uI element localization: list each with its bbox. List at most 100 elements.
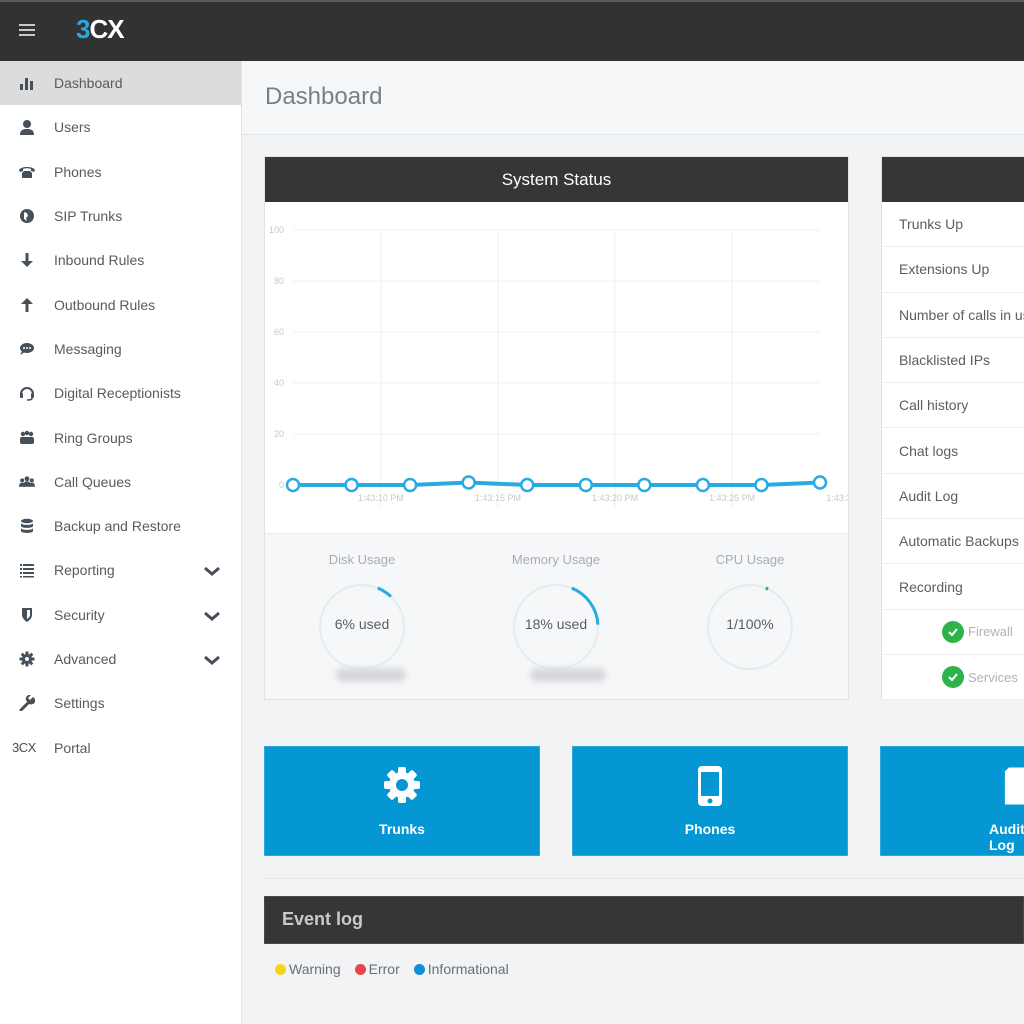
bar-chart-icon	[17, 74, 37, 92]
redacted-text	[530, 668, 606, 682]
x-tick-label: 1:43:15 PM	[475, 493, 521, 503]
sidebar-item-settings[interactable]: Settings	[0, 681, 241, 725]
status-row-blacklisted-ips[interactable]: Blacklisted IPs	[882, 338, 1024, 384]
gauge-fill-arc	[765, 586, 769, 591]
gauge-title: CPU Usage	[715, 552, 785, 567]
status-list-panel: Trunks Up Extensions Up Number of calls …	[881, 156, 1024, 701]
y-tick-label: 40	[274, 378, 284, 388]
tile-label: Audit Log	[989, 821, 1024, 853]
headset-icon	[17, 384, 37, 402]
sidebar-item-label: Advanced	[54, 651, 117, 667]
x-tick-label: 1:43:30 PM	[826, 493, 848, 503]
trunks-tile[interactable]: Trunks	[264, 746, 540, 856]
sidebar-item-advanced[interactable]: Advanced	[0, 637, 241, 681]
phone-icon	[17, 163, 37, 181]
status-row-calls-in-use[interactable]: Number of calls in use	[882, 293, 1024, 338]
sidebar-item-label: Call Queues	[54, 473, 132, 490]
sidebar-item-reporting[interactable]: Reporting	[0, 548, 241, 592]
sidebar-item-label: SIP Trunks	[54, 208, 123, 225]
sidebar-item-security[interactable]: Security	[0, 593, 241, 637]
database-icon	[17, 517, 37, 535]
x-tick-label: 1:43:20 PM	[592, 493, 638, 503]
sidebar-item-label: Phones	[54, 163, 102, 180]
sidebar-item-messaging[interactable]: Messaging	[0, 327, 241, 371]
status-row-audit-log[interactable]: Audit Log	[882, 474, 1024, 520]
top-bar: 3CX	[0, 0, 1024, 61]
memory-usage-gauge: Memory Usage 18% used	[466, 534, 646, 700]
series-line	[293, 480, 821, 487]
event-log-legend: Warning Error Informational	[275, 961, 523, 977]
event-log-header: Event log	[264, 896, 1024, 944]
gauge-title: Disk Usage	[328, 552, 396, 567]
legend-label: Informational	[427, 961, 509, 977]
shield-icon	[17, 606, 37, 624]
checkmark-icon	[942, 620, 964, 643]
checkmark-icon	[942, 666, 964, 689]
arrow-up-icon	[17, 296, 37, 314]
sidebar-item-outbound-rules[interactable]: Outbound Rules	[0, 282, 241, 326]
chat-bubble-icon	[17, 340, 37, 358]
y-tick-label: 80	[274, 276, 284, 286]
status-row-recording[interactable]: Recording	[882, 564, 1024, 610]
chevron-down-icon[interactable]	[204, 653, 220, 665]
y-tick-label: 20	[274, 429, 284, 439]
sidebar-item-backup-and-restore[interactable]: Backup and Restore	[0, 504, 241, 548]
status-row-trunks-up[interactable]: Trunks Up	[882, 202, 1024, 248]
legend-warning[interactable]: Warning	[275, 961, 341, 977]
legend-error[interactable]: Error	[354, 961, 400, 977]
chevron-down-icon[interactable]	[204, 609, 220, 621]
mobile-phone-icon	[573, 765, 847, 807]
sidebar-item-inbound-rules[interactable]: Inbound Rules	[0, 238, 241, 282]
sidebar-item-digital-receptionists[interactable]: Digital Receptionists	[0, 371, 241, 415]
sidebar-item-label: Outbound Rules	[54, 296, 156, 313]
status-row-automatic-backups[interactable]: Automatic Backups	[882, 519, 1024, 565]
3cx-logo[interactable]: 3CX	[76, 14, 125, 45]
sidebar-item-ring-groups[interactable]: Ring Groups	[0, 415, 241, 459]
user-icon	[17, 118, 37, 136]
system-status-header: System Status	[265, 157, 848, 202]
sidebar-item-call-queues[interactable]: Call Queues	[0, 460, 241, 504]
sidebar-item-phones[interactable]: Phones	[0, 150, 241, 194]
sidebar-item-users[interactable]: Users	[0, 105, 241, 149]
list-icon	[17, 561, 37, 579]
sidebar-item-label: Inbound Rules	[54, 252, 145, 269]
sidebar-item-portal[interactable]: 3CX Portal	[0, 725, 241, 769]
data-point	[578, 477, 594, 493]
status-list-header	[882, 157, 1024, 202]
legend-informational[interactable]: Informational	[413, 961, 509, 977]
audit-log-tile[interactable]: Audit Log	[880, 746, 1024, 856]
hamburger-menu-icon[interactable]	[19, 24, 35, 38]
data-point	[637, 477, 652, 493]
redacted-text	[336, 668, 406, 682]
data-point	[695, 477, 711, 493]
x-tick-label: 1:43:10 PM	[358, 493, 404, 503]
y-tick-label: 0	[279, 480, 284, 490]
chevron-down-icon[interactable]	[204, 564, 220, 577]
phones-tile[interactable]: Phones	[572, 746, 848, 856]
event-log-title: Event log	[282, 909, 364, 929]
archive-icon	[881, 765, 1024, 807]
status-row-extensions-up[interactable]: Extensions Up	[882, 247, 1024, 293]
y-tick-label: 100	[269, 225, 284, 235]
wrench-icon	[17, 694, 37, 712]
gauge-title: Memory Usage	[511, 552, 601, 567]
y-tick-label: 60	[274, 327, 284, 337]
status-row-chat-logs[interactable]: Chat logs	[882, 428, 1024, 474]
sidebar-item-sip-trunks[interactable]: SIP Trunks	[0, 194, 241, 238]
check-label: Services	[968, 669, 1018, 685]
gauge-value: 18% used	[524, 616, 588, 632]
disk-usage-gauge: Disk Usage 6% used	[272, 534, 452, 700]
tile-label: Phones	[684, 821, 736, 837]
sidebar-item-label: Reporting	[54, 562, 115, 579]
status-row-call-history[interactable]: Call history	[882, 383, 1024, 429]
main-content: Dashboard System Status 0 20 40 60 80 100 1:43…	[242, 61, 1024, 1024]
legend-label: Warning	[289, 961, 341, 977]
status-check-services[interactable]: Services	[882, 655, 1024, 701]
data-point	[344, 477, 359, 493]
status-check-firewall[interactable]: Firewall	[882, 610, 1024, 655]
x-tick-label: 1:43:25 PM	[709, 493, 755, 503]
data-point	[402, 477, 418, 493]
users-queue-icon	[17, 473, 37, 491]
sidebar-item-dashboard[interactable]: Dashboard	[0, 61, 241, 106]
section-divider	[264, 878, 1024, 879]
